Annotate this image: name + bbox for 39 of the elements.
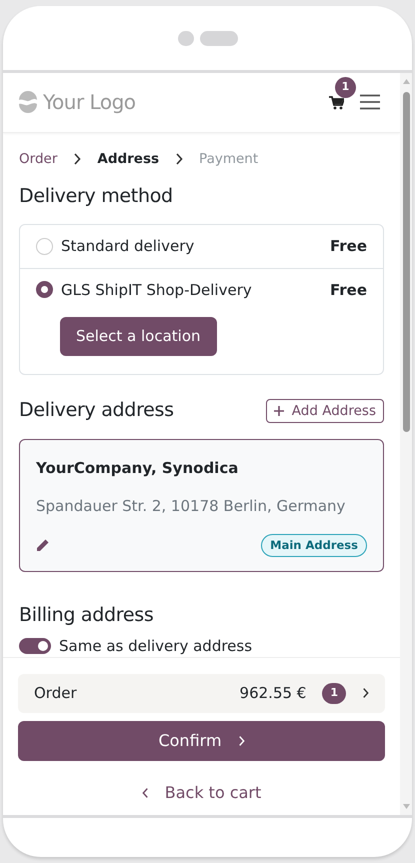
logo-icon	[17, 91, 39, 114]
main-address-badge: Main Address	[261, 534, 367, 558]
plus-icon	[274, 406, 284, 416]
section-title: Delivery address	[19, 399, 174, 422]
menu-icon[interactable]	[360, 94, 380, 110]
chevron-icon	[175, 153, 184, 166]
confirm-button[interactable]: Confirm	[18, 720, 385, 761]
price-text: Free	[330, 280, 367, 301]
logo-text: Your Logo	[43, 89, 136, 116]
address-text: Spandauer Str. 2, 10178 Berlin, Germany	[36, 496, 346, 518]
chevron-icon	[142, 786, 149, 799]
back-link[interactable]: Back to cart	[18, 776, 385, 805]
chevron-icon	[362, 687, 369, 700]
order-summary[interactable]: Order 962.55 € 1	[18, 674, 385, 713]
option-label: GLS ShipIT Shop-Delivery	[61, 280, 253, 301]
toggle-label: Same as delivery address	[59, 636, 252, 657]
speaker-pill	[200, 30, 238, 46]
section-title: Delivery method	[19, 185, 174, 208]
breadcrumb-step: Payment	[199, 148, 258, 170]
select-location-button[interactable]: Select a location	[60, 317, 217, 356]
price-text: Free	[330, 236, 367, 258]
chevron-icon	[73, 153, 82, 166]
toggle-switch[interactable]	[19, 638, 51, 654]
order-total: 962.55 €	[240, 683, 306, 704]
cart-icon[interactable]	[329, 96, 344, 110]
item-count-badge: 1	[322, 683, 346, 704]
pencil-icon[interactable]	[36, 538, 50, 552]
chevron-icon	[238, 734, 245, 747]
section-title: Billing address	[19, 604, 154, 627]
camera-dot	[178, 30, 194, 46]
radio-button[interactable]	[36, 281, 53, 298]
address-card[interactable]: YourCompany, Synodica Spandauer Str. 2, 10178 Berlin, Germany Main Address	[19, 438, 384, 572]
option-label: Standard delivery	[61, 236, 196, 258]
summary-label: Order	[34, 683, 78, 704]
breadcrumb-step[interactable]: Order	[19, 148, 58, 170]
company-name: YourCompany, Synodica	[36, 458, 240, 479]
breadcrumb-step[interactable]: Address	[97, 148, 160, 170]
add-address-button[interactable]: Add Address	[266, 398, 384, 423]
cart-count-badge: 1	[335, 77, 356, 98]
